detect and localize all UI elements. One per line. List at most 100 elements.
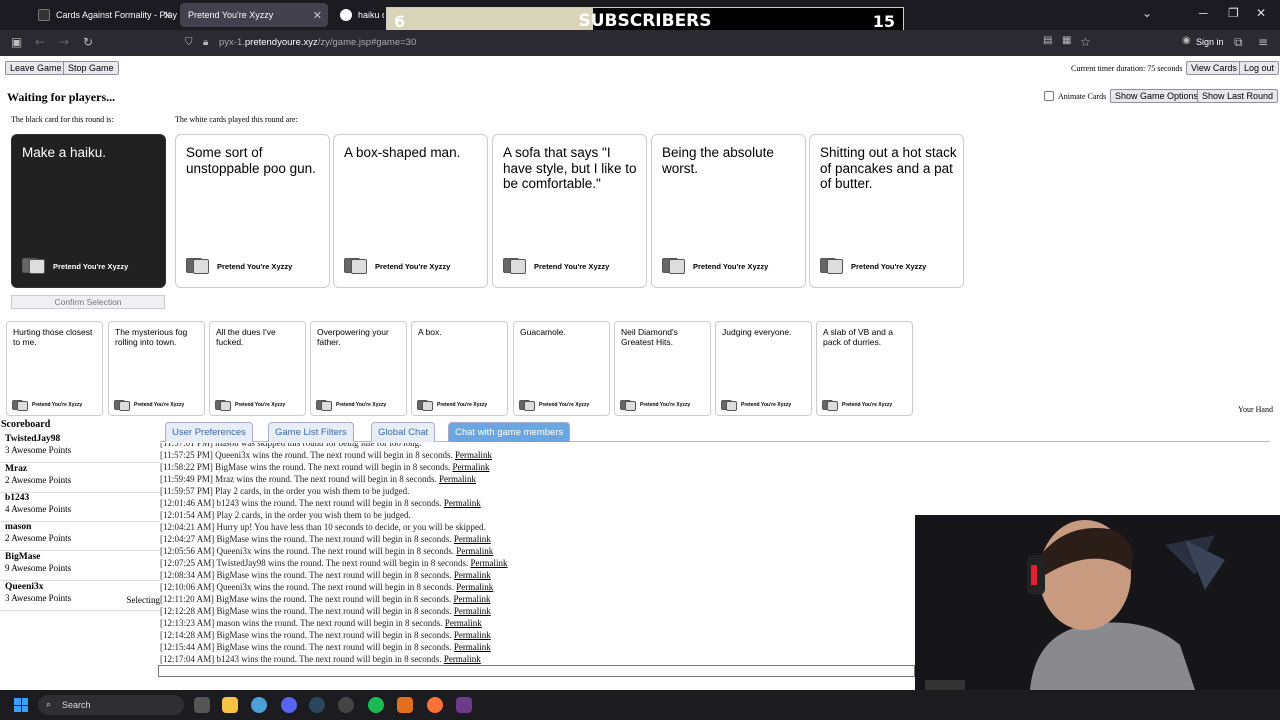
task-view-icon[interactable]	[194, 697, 210, 713]
deck-icon	[620, 399, 637, 411]
permalink-link[interactable]: Permalink	[456, 546, 493, 556]
window-close-icon[interactable]: ✕	[1256, 6, 1266, 20]
sidebar-toggle-icon[interactable]: ▣	[11, 35, 22, 49]
browser-tab-cards-against-formality[interactable]: Cards Against Formality - Play C ✕	[30, 3, 178, 27]
card-author: Pretend You're Xyzzy	[217, 261, 293, 271]
chat-text: [12:01:54 AM] Play 2 cards, in the order…	[160, 510, 411, 520]
browser-app-icon[interactable]	[251, 697, 267, 713]
lock-icon[interactable]: 🔒︎	[203, 32, 208, 54]
permalink-link[interactable]: Permalink	[454, 642, 491, 652]
hand-card[interactable]: A box. Pretend You're Xyzzy	[411, 321, 508, 416]
steam-icon[interactable]	[309, 697, 325, 713]
card-footer: Pretend You're Xyzzy	[215, 399, 285, 411]
logout-button[interactable]: Log out	[1239, 61, 1280, 75]
permalink-link[interactable]: Permalink	[455, 450, 492, 460]
view-cards-button[interactable]: View Cards	[1186, 61, 1242, 75]
account-icon[interactable]: ◉	[1182, 35, 1191, 46]
permalink-link[interactable]: Permalink	[456, 582, 493, 592]
show-last-round-button[interactable]: Show Last Round	[1197, 89, 1279, 103]
permalink-link[interactable]: Permalink	[454, 534, 491, 544]
reload-icon[interactable]: ↻	[83, 35, 93, 49]
chat-input[interactable]	[158, 665, 915, 677]
show-game-options-button[interactable]: Show Game Options	[1110, 89, 1204, 103]
app-icon[interactable]	[397, 697, 413, 713]
played-white-card[interactable]: A box-shaped man. Pretend You're Xyzzy	[333, 134, 488, 288]
hand-card[interactable]: Guacamole. Pretend You're Xyzzy	[513, 321, 610, 416]
browser-tab-haiku[interactable]: haiku def	[332, 3, 384, 27]
player-name: b1243	[5, 493, 30, 503]
firefox-icon[interactable]	[427, 697, 443, 713]
confirm-selection-button[interactable]: Confirm Selection	[11, 295, 165, 309]
tab-user-preferences[interactable]: User Preferences	[165, 422, 253, 442]
animate-cards-checkbox[interactable]	[1044, 91, 1054, 101]
windows-start-icon[interactable]	[14, 698, 28, 712]
obs-icon[interactable]	[338, 697, 354, 713]
reader-view-icon[interactable]: ▤	[1043, 35, 1052, 46]
extensions-icon[interactable]: ⧉	[1234, 35, 1243, 50]
hand-card[interactable]: The mysterious fog rolling into town. Pre…	[108, 321, 205, 416]
back-arrow-icon[interactable]: ←	[35, 35, 45, 49]
permalink-link[interactable]: Permalink	[445, 618, 482, 628]
tab-list-chevron-down-icon[interactable]: ⌄	[1142, 6, 1152, 20]
hand-card[interactable]: Judging everyone. Pretend You're Xyzzy	[715, 321, 812, 416]
spotify-icon[interactable]	[368, 697, 384, 713]
close-icon[interactable]: ✕	[313, 9, 322, 22]
hand-card[interactable]: All the dues I've fucked. Pretend You're …	[209, 321, 306, 416]
permalink-link[interactable]: Permalink	[454, 570, 491, 580]
tab-title: Cards Against Formality - Play C	[56, 10, 178, 20]
forward-arrow-icon[interactable]: →	[59, 35, 69, 49]
card-author: Pretend You're Xyzzy	[375, 261, 451, 271]
taskbar: ⌕ Search	[0, 690, 1280, 720]
file-explorer-icon[interactable]	[222, 697, 238, 713]
permalink-link[interactable]: Permalink	[471, 558, 508, 568]
sign-in-link[interactable]: Sign in	[1196, 37, 1224, 47]
shield-icon[interactable]: ⛉	[185, 32, 193, 54]
star-icon[interactable]: ☆	[1080, 35, 1091, 49]
taskbar-search[interactable]: ⌕ Search	[38, 695, 184, 715]
played-white-card[interactable]: Shitting out a hot stack of pancakes and…	[809, 134, 964, 288]
card-footer: Pretend You're Xyzzy	[519, 399, 589, 411]
leave-game-button[interactable]: Leave Game	[5, 61, 67, 75]
picture-icon[interactable]: ▦	[1062, 35, 1071, 46]
chat-line: [12:11:20 AM] BigMase wins the round. Th…	[160, 593, 915, 605]
hand-card[interactable]: Neil Diamond's Greatest Hits. Pretend You…	[614, 321, 711, 416]
permalink-link[interactable]: Permalink	[439, 474, 476, 484]
permalink-link[interactable]: Permalink	[454, 630, 491, 640]
tab-chat-with-game-members[interactable]: Chat with game members	[448, 422, 571, 442]
played-white-card[interactable]: Being the absolute worst. Pretend You're…	[651, 134, 806, 288]
hand-card[interactable]: Overpowering your father. Pretend You're …	[310, 321, 407, 416]
chat-text: [12:07:25 AM] TwistedJay98 wins the roun…	[160, 558, 471, 568]
tab-global-chat[interactable]: Global Chat	[371, 422, 436, 442]
tab-game-list-filters[interactable]: Game List Filters	[268, 422, 354, 442]
chat-line: [12:04:21 AM] Hurry up! You have less th…	[160, 521, 915, 533]
hand-card[interactable]: A slab of VB and a pack of durries. Prete…	[816, 321, 913, 416]
player-points: 2 Awesome Points	[5, 533, 72, 543]
scoreboard-row: b1243 4 Awesome Points	[0, 493, 160, 522]
permalink-link[interactable]: Permalink	[452, 462, 489, 472]
app-icon[interactable]	[456, 697, 472, 713]
hand-card[interactable]: Hurting those closest to me. Pretend You'…	[6, 321, 103, 416]
menu-icon[interactable]: ≡	[1258, 35, 1268, 49]
discord-icon[interactable]	[281, 697, 297, 713]
stop-game-button[interactable]: Stop Game	[63, 61, 119, 75]
tab-title: Pretend You're Xyzzy	[188, 10, 274, 20]
chat-line: [11:59:57 PM] Play 2 cards, in the order…	[160, 485, 915, 497]
deck-icon	[344, 257, 370, 275]
address-bar[interactable]: ⛉ 🔒︎ pyx-1.pretendyoure.xyz/zy/game.jsp#…	[175, 32, 1105, 54]
permalink-link[interactable]: Permalink	[454, 606, 491, 616]
card-footer: Pretend You're Xyzzy	[820, 257, 926, 275]
maximize-icon[interactable]: ❐	[1228, 6, 1239, 20]
white-cards-caption: The white cards played this round are:	[175, 115, 298, 124]
minimize-icon[interactable]: ─	[1199, 6, 1208, 20]
chat-text: [12:04:27 AM] BigMase wins the round. Th…	[160, 534, 454, 544]
close-icon[interactable]: ✕	[163, 9, 172, 22]
card-footer: Pretend You're Xyzzy	[186, 257, 292, 275]
played-white-card[interactable]: Some sort of unstoppable poo gun. Preten…	[175, 134, 330, 288]
permalink-link[interactable]: Permalink	[453, 594, 490, 604]
chat-line: [11:59:49 PM] Mraz wins the round. The n…	[160, 473, 915, 485]
played-white-card[interactable]: A sofa that says "I have style, but I li…	[492, 134, 647, 288]
permalink-link[interactable]: Permalink	[444, 654, 481, 664]
card-author: Pretend You're Xyzzy	[539, 402, 590, 408]
browser-tab-pretend-youre-xyzzy[interactable]: Pretend You're Xyzzy ✕	[180, 3, 328, 27]
permalink-link[interactable]: Permalink	[444, 498, 481, 508]
